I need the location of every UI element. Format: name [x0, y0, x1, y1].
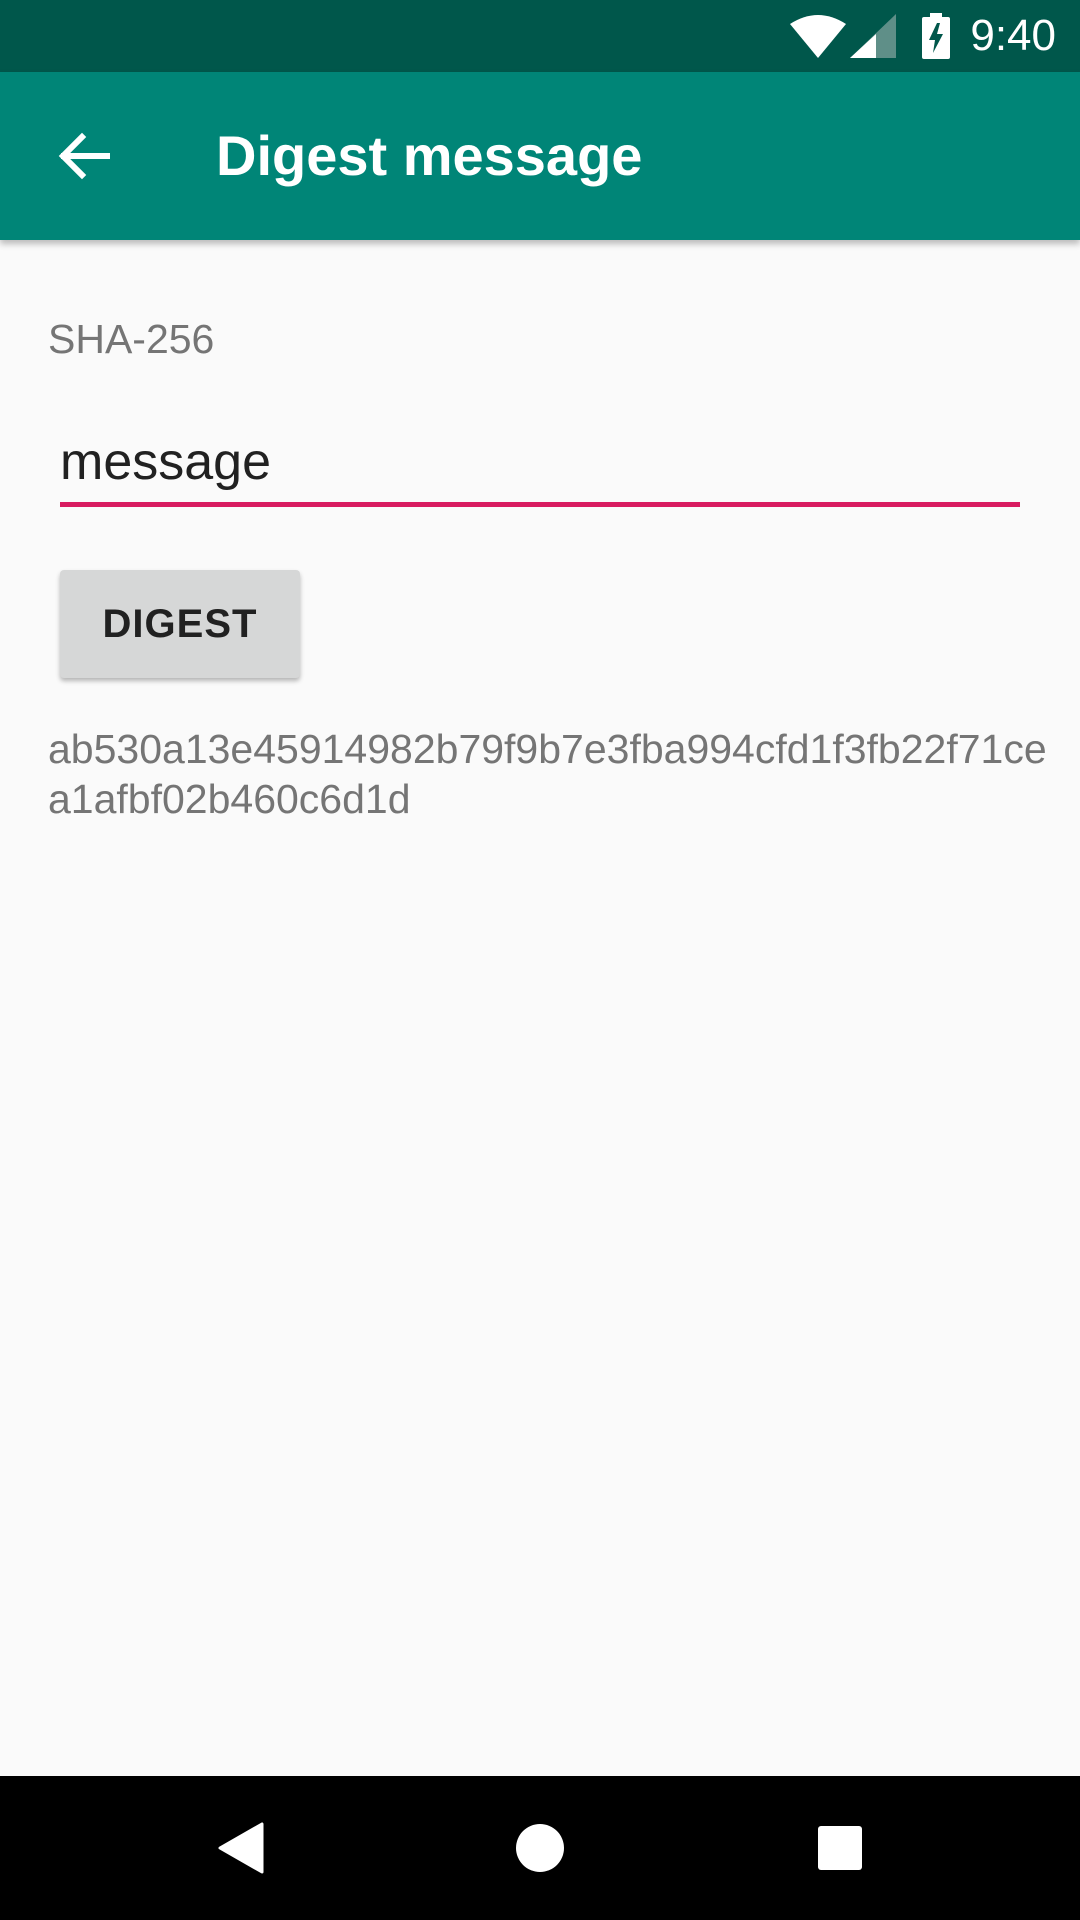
navigation-bar	[0, 1776, 1080, 1920]
recents-square-icon	[818, 1826, 862, 1870]
status-icons: 9:40	[790, 0, 1056, 72]
message-input[interactable]	[60, 424, 1020, 500]
screen: 9:40 Digest message SHA-256 DIGEST ab530…	[0, 0, 1080, 1920]
message-input-underline	[60, 502, 1020, 507]
algorithm-label: SHA-256	[48, 316, 215, 362]
arrow-back-icon	[58, 132, 110, 180]
page-title: Digest message	[216, 124, 643, 187]
message-field[interactable]	[60, 424, 1020, 508]
wifi-icon	[790, 15, 847, 58]
home-circle-icon	[516, 1824, 564, 1872]
back-button[interactable]	[36, 108, 132, 204]
nav-recents-button[interactable]	[792, 1800, 888, 1896]
cell-signal-icon	[850, 14, 897, 58]
back-triangle-icon	[218, 1822, 264, 1874]
digest-result: ab530a13e45914982b79f9b7e3fba994cfd1f3fb…	[48, 726, 1047, 822]
battery-charging-icon	[922, 13, 951, 59]
nav-home-button[interactable]	[492, 1800, 588, 1896]
status-time: 9:40	[970, 11, 1056, 60]
nav-back-button[interactable]	[192, 1800, 288, 1896]
digest-button[interactable]: DIGEST	[60, 570, 300, 678]
digest-button-label: DIGEST	[102, 601, 258, 646]
app-bar: Digest message	[0, 72, 1080, 240]
status-bar: 9:40	[0, 0, 1080, 72]
